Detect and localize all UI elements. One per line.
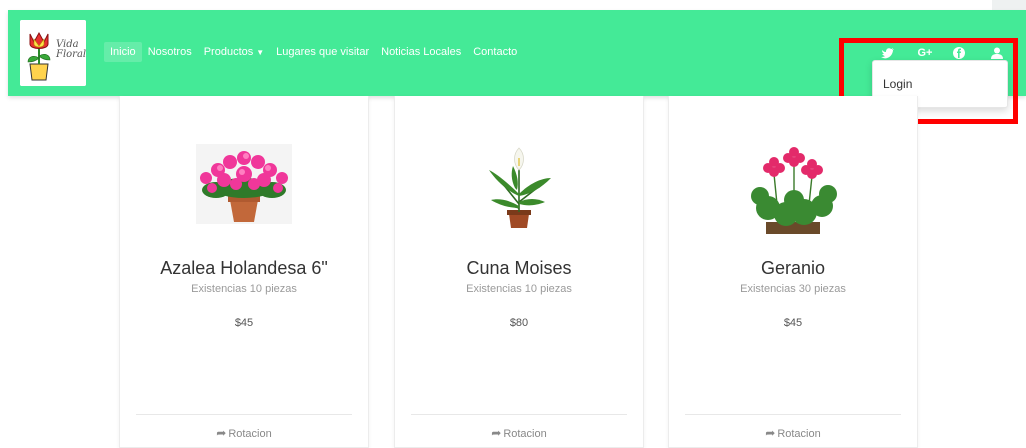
cuna-moises-image [479,144,559,234]
product-stock: Existencias 10 piezas [191,283,297,295]
rotacion-button[interactable]: ➦ Rotacion [395,426,643,440]
product-name: Azalea Holandesa 6" [160,258,328,278]
nav-menu: Inicio Nosotros Productos ▼ Lugares que v… [104,42,523,62]
nav-item-productos[interactable]: Productos ▼ [198,42,270,62]
product-image [196,144,292,229]
card-divider [685,414,901,415]
nav-item-contacto[interactable]: Contacto [467,42,523,62]
product-price: $80 [509,317,529,329]
nav-item-nosotros[interactable]: Nosotros [142,42,198,62]
geranio-image [748,144,838,236]
share-arrow-icon: ➦ [491,426,502,440]
product-stock: Existencias 30 piezas [740,283,846,295]
rotacion-label: Rotacion [777,428,821,440]
product-price: $45 [234,317,254,329]
logo-line-2: Floral [56,49,86,60]
product-card: Cuna Moises Existencias 10 piezas $80 ➦ R… [394,96,644,448]
product-card: Geranio Existencias 30 piezas $45 ➦ Rotac… [668,96,918,448]
product-card: Azalea Holandesa 6" Existencias 10 pieza… [119,96,369,448]
nav-item-lugares[interactable]: Lugares que visitar [270,42,375,62]
caret-down-icon: ▼ [256,48,265,57]
nav-item-noticias[interactable]: Noticias Locales [375,42,467,62]
rotacion-label: Rotacion [503,428,547,440]
share-arrow-icon: ➦ [765,426,776,440]
card-divider [411,414,627,415]
rotacion-button[interactable]: ➦ Rotacion [120,426,368,440]
card-divider [136,414,352,415]
azalea-image [196,144,292,224]
rotacion-button[interactable]: ➦ Rotacion [669,426,917,440]
logo-text: Vida Floral [56,40,86,60]
product-image [479,144,559,239]
nav-item-productos-label: Productos [203,46,254,58]
product-name: Geranio [760,258,826,278]
product-image [748,144,838,241]
product-price: $45 [783,317,803,329]
nav-item-inicio[interactable]: Inicio [104,42,142,62]
product-stock: Existencias 10 piezas [466,283,572,295]
logo[interactable]: Vida Floral [20,20,86,86]
product-name: Cuna Moises [466,258,572,278]
share-arrow-icon: ➦ [216,426,227,440]
rotacion-label: Rotacion [228,428,272,440]
